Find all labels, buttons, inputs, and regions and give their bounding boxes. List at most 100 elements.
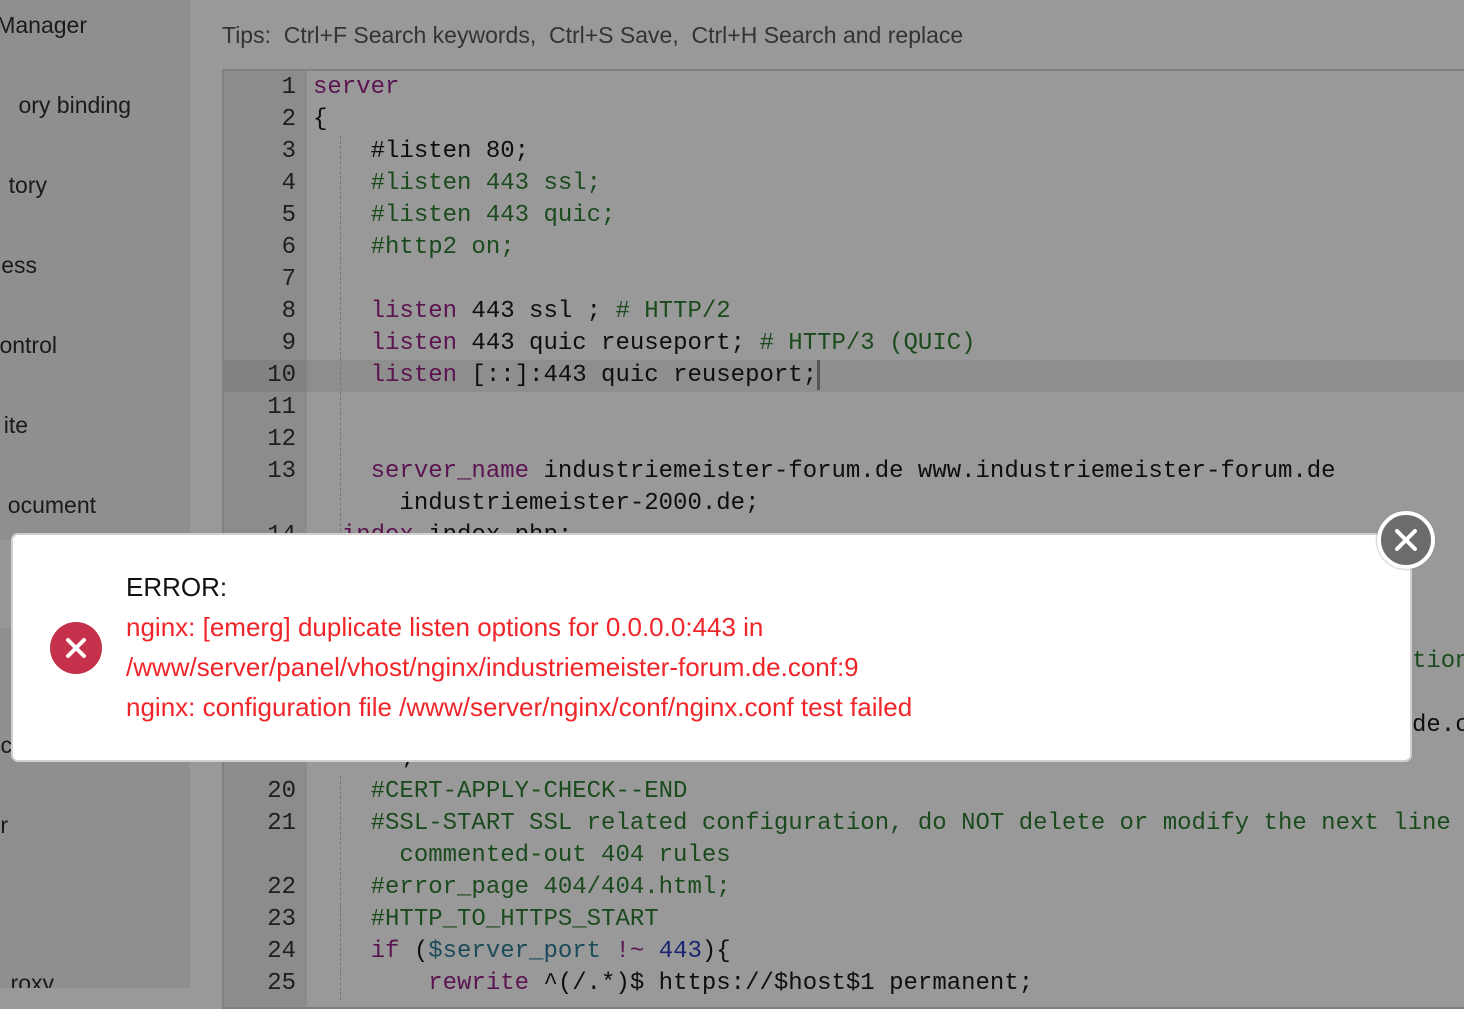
code-line[interactable]: industriemeister-2000.de; bbox=[224, 488, 1464, 520]
code-token: !~ bbox=[615, 938, 645, 965]
code-token: server bbox=[313, 74, 400, 101]
code-line[interactable]: 11 bbox=[224, 392, 1464, 424]
sidebar-item-label: roxy bbox=[10, 970, 54, 988]
code-token: #http2 on; bbox=[313, 234, 515, 261]
line-number: 5 bbox=[281, 202, 296, 229]
sidebar-item[interactable]: roxy bbox=[0, 970, 54, 988]
code-text: #SSL-START SSL related configuration, do… bbox=[313, 808, 1451, 840]
code-token: industriemeister-2000.de; bbox=[313, 490, 760, 517]
code-line[interactable]: 7 bbox=[224, 264, 1464, 296]
code-token: #listen 443 quic; bbox=[313, 202, 616, 229]
error-dialog bbox=[13, 535, 1410, 760]
line-number: 24 bbox=[267, 938, 296, 965]
code-line[interactable]: 6 #http2 on; bbox=[224, 232, 1464, 264]
code-token: ){ bbox=[701, 938, 731, 965]
code-token: #CERT-APPLY-CHECK--END bbox=[313, 778, 688, 805]
line-number: 25 bbox=[267, 970, 296, 997]
sidebar-item-label: r bbox=[0, 812, 8, 838]
code-text: server bbox=[313, 72, 399, 104]
code-token: #SSL-START SSL related configuration, do… bbox=[313, 810, 1451, 837]
line-number: 13 bbox=[267, 458, 296, 485]
line-number: 2 bbox=[281, 106, 296, 133]
code-line[interactable]: 5 #listen 443 quic; bbox=[224, 200, 1464, 232]
code-token: commented-out 404 rules bbox=[313, 842, 731, 869]
sidebar-item[interactable]: tory bbox=[0, 172, 47, 199]
code-text: rewrite ^(/.*)$ https://$host$1 permanen… bbox=[313, 968, 1033, 1000]
line-number: 8 bbox=[281, 298, 296, 325]
code-text: #listen 443 quic; bbox=[313, 200, 616, 232]
sidebar-item[interactable]: ontrol bbox=[0, 332, 57, 359]
sidebar-item[interactable]: ory binding bbox=[0, 92, 131, 119]
code-text: listen 443 ssl ; # HTTP/2 bbox=[313, 296, 731, 328]
close-dialog-button[interactable] bbox=[1377, 511, 1435, 569]
error-message-line: /www/server/panel/vhost/nginx/industriem… bbox=[126, 652, 859, 682]
code-token: #listen 443 ssl; bbox=[313, 170, 602, 197]
code-line[interactable]: 20 #CERT-APPLY-CHECK--END bbox=[224, 776, 1464, 808]
code-text: commented-out 404 rules bbox=[313, 840, 731, 872]
code-token: [::]:443 quic reuseport; bbox=[457, 362, 818, 389]
editor-tips: Tips: Ctrl+F Search keywords, Ctrl+S Sav… bbox=[222, 22, 964, 48]
code-text: #CERT-APPLY-CHECK--END bbox=[313, 776, 688, 808]
code-token: listen bbox=[313, 330, 458, 357]
error-icon bbox=[50, 622, 102, 674]
sidebar-item-label: ic bbox=[0, 732, 12, 758]
error-message-line: nginx: [emerg] duplicate listen options … bbox=[126, 612, 764, 642]
close-icon bbox=[1395, 529, 1417, 551]
line-number: 7 bbox=[281, 266, 296, 293]
code-text: if ($server_port !~ 443){ bbox=[313, 936, 731, 968]
sidebar-item[interactable]: ocument bbox=[0, 492, 96, 519]
error-message-line: nginx: configuration file /www/server/ng… bbox=[126, 692, 913, 722]
code-line[interactable]: 10 listen [::]:443 quic reuseport; bbox=[224, 360, 1464, 392]
code-token: #error_page 404/404.html; bbox=[313, 874, 731, 901]
code-token: rewrite bbox=[313, 970, 530, 997]
code-token: # HTTP/3 (QUIC) bbox=[759, 330, 976, 357]
code-token: #HTTP_TO_HTTPS_START bbox=[313, 906, 659, 933]
code-fragment: de.c bbox=[1412, 712, 1464, 739]
code-text: #HTTP_TO_HTTPS_START bbox=[313, 904, 659, 936]
line-number: 1 bbox=[281, 74, 296, 101]
line-number: 22 bbox=[267, 874, 296, 901]
code-token: ^(/.*)$ https://$host$1 permanent; bbox=[529, 970, 1034, 997]
code-text: { bbox=[313, 104, 327, 136]
code-line[interactable]: 25 rewrite ^(/.*)$ https://$host$1 perma… bbox=[224, 968, 1464, 1000]
code-line[interactable]: 13 server_name industriemeister-forum.de… bbox=[224, 456, 1464, 488]
line-number: 3 bbox=[281, 138, 296, 165]
code-line[interactable]: 4 #listen 443 ssl; bbox=[224, 168, 1464, 200]
code-text: server_name industriemeister-forum.de ww… bbox=[313, 456, 1336, 488]
code-line[interactable]: 3 #listen 80; bbox=[224, 136, 1464, 168]
code-line[interactable]: commented-out 404 rules bbox=[224, 840, 1464, 872]
code-line[interactable]: 2{ bbox=[224, 104, 1464, 136]
code-fragment: tion bbox=[1412, 648, 1464, 675]
code-token: #listen 80; bbox=[313, 138, 530, 165]
code-line[interactable]: 22 #error_page 404/404.html; bbox=[224, 872, 1464, 904]
code-line[interactable]: 21 #SSL-START SSL related configuration,… bbox=[224, 808, 1464, 840]
code-line[interactable]: 8 listen 443 ssl ; # HTTP/2 bbox=[224, 296, 1464, 328]
line-number: 23 bbox=[267, 906, 296, 933]
code-line[interactable]: 9 listen 443 quic reuseport; # HTTP/3 (Q… bbox=[224, 328, 1464, 360]
sidebar-item[interactable]: ess bbox=[0, 252, 37, 279]
code-text: industriemeister-2000.de; bbox=[313, 488, 759, 520]
sidebar-item[interactable]: ic bbox=[0, 732, 12, 759]
code-line[interactable]: 24 if ($server_port !~ 443){ bbox=[224, 936, 1464, 968]
code-token: server_name bbox=[313, 458, 530, 485]
sidebar-item[interactable]: ite bbox=[0, 412, 28, 439]
line-number: 10 bbox=[224, 360, 307, 392]
code-line[interactable]: 12 bbox=[224, 424, 1464, 456]
code-token: if bbox=[313, 938, 400, 965]
code-token: 443 quic reuseport; bbox=[457, 330, 760, 357]
indent-guide bbox=[340, 904, 341, 1000]
error-title: ERROR: bbox=[126, 572, 228, 602]
indent-guide bbox=[340, 136, 341, 536]
sidebar-item-label: ess bbox=[1, 252, 37, 278]
code-text: #listen 443 ssl; bbox=[313, 168, 601, 200]
code-token: 443 ssl ; bbox=[457, 298, 616, 325]
code-line[interactable]: 1 server bbox=[224, 72, 1464, 104]
code-text: listen 443 quic reuseport; # HTTP/3 (QUI… bbox=[313, 328, 976, 360]
sidebar-item[interactable]: Manager bbox=[0, 12, 87, 39]
code-line[interactable]: 23 #HTTP_TO_HTTPS_START bbox=[224, 904, 1464, 936]
code-token: listen bbox=[313, 298, 458, 325]
sidebar-item-label: ocument bbox=[7, 492, 96, 518]
sidebar-item[interactable]: r bbox=[0, 812, 8, 839]
